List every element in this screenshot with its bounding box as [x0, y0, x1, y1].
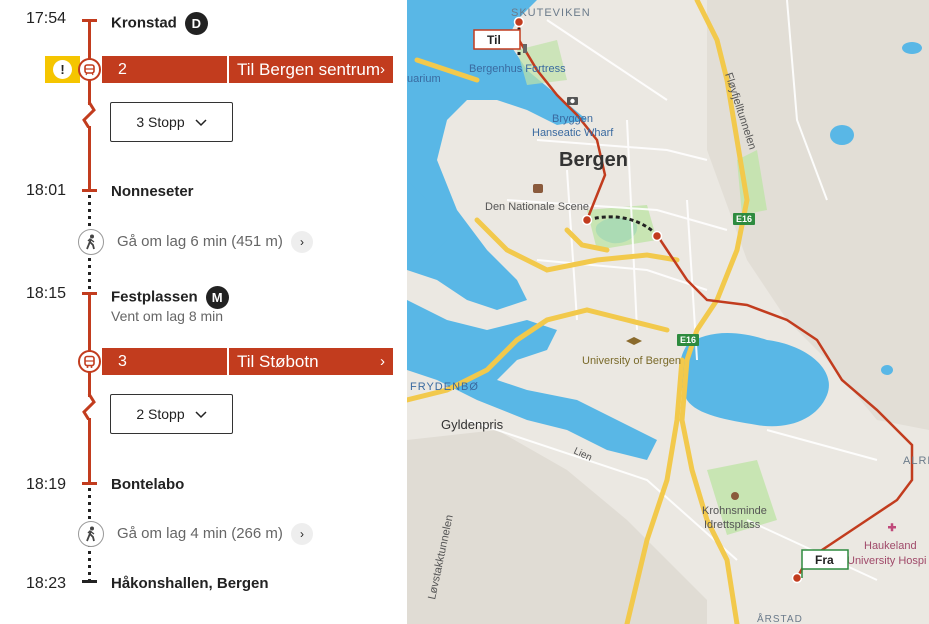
walk-description: Gå om lag 6 min (451 m)	[117, 233, 283, 250]
stop-tick	[82, 482, 97, 485]
stop-name[interactable]: Festplassen M	[111, 286, 229, 309]
stop-time: 18:01	[26, 182, 67, 199]
stop-name[interactable]: Nonneseter	[111, 183, 194, 200]
road-shield-e16: E16	[733, 213, 755, 225]
line-number: 2	[118, 61, 127, 78]
stop-tick	[82, 19, 97, 22]
stop-name[interactable]: Bontelabo	[111, 476, 184, 493]
map-label-district: ÅRSTAD	[757, 612, 803, 624]
map-label-poi: Bergenhus Fortress	[469, 63, 566, 75]
map-label-poi: University Hospi	[847, 555, 926, 567]
walking-person-icon	[78, 229, 104, 255]
destination-callout-label: Til	[487, 33, 501, 47]
road-shield-e16: E16	[677, 334, 699, 346]
walk-leg[interactable]: Gå om lag 6 min (451 m) ›	[78, 229, 378, 255]
route-stop-marker[interactable]	[791, 572, 803, 584]
theatre-icon	[533, 184, 543, 193]
svg-text:E16: E16	[680, 335, 696, 345]
stop-name[interactable]: Kronstad D	[111, 12, 208, 35]
stops-count-label: 2 Stopp	[136, 406, 185, 422]
stops-count-label: 3 Stopp	[136, 114, 185, 130]
map-label-poi: Haukeland	[864, 540, 917, 552]
leg-destination: Til Bergen sentrum	[229, 56, 393, 83]
stop-time: 18:15	[26, 285, 67, 302]
stop-name[interactable]: Håkonshallen, Bergen	[111, 575, 269, 592]
map-label-poi: Idrettsplass	[704, 519, 761, 531]
map-label-district: SKUTEVIKEN	[511, 7, 591, 19]
leg-destination: Til Støbotn	[229, 348, 393, 375]
itinerary-panel: 17:54 Kronstad D ! 2 Til Bergen sentrum ›…	[0, 0, 407, 624]
map-label-poi: Bryggen	[552, 113, 593, 125]
map-view[interactable]: E16 E16 SKUTEVIKEN Bergenhus Fortress ua…	[407, 0, 929, 624]
map-label-district: ALRE	[903, 455, 929, 467]
map-label-poi: Den Nationale Scene	[485, 201, 589, 213]
bus-icon	[78, 350, 101, 373]
chevron-right-icon[interactable]: ›	[291, 231, 313, 253]
walk-description: Gå om lag 4 min (266 m)	[117, 525, 283, 542]
chevron-down-icon	[195, 114, 207, 130]
map-label-poi: uarium	[407, 73, 441, 85]
route-stop-marker[interactable]	[651, 230, 663, 242]
platform-badge: D	[184, 12, 208, 35]
wait-note: Vent om lag 8 min	[111, 308, 224, 324]
water-pond	[902, 42, 922, 54]
platform-badge: M	[205, 286, 229, 309]
line-number-block: 3	[102, 348, 227, 375]
stop-name-label: Kronstad	[111, 14, 177, 32]
warning-badge[interactable]: !	[45, 56, 80, 83]
map-label-poi: Krohnsminde	[702, 505, 767, 517]
route-line-segment	[88, 126, 91, 190]
leg-destination-label: Til Bergen sentrum	[237, 60, 380, 79]
expand-stops-button[interactable]: 3 Stopp	[110, 102, 233, 142]
destination-callout[interactable]: Til	[473, 29, 521, 50]
route-line-break	[82, 101, 97, 129]
route-line-segment	[88, 292, 91, 397]
water-pond	[830, 125, 854, 145]
svg-text:E16: E16	[736, 214, 752, 224]
chevron-right-icon[interactable]: ›	[291, 523, 313, 545]
map-label-poi: University of Bergen	[582, 355, 681, 367]
line-number-block: 2	[102, 56, 227, 83]
stop-tick-end	[82, 580, 97, 583]
stop-tick	[82, 189, 97, 192]
walking-person-icon	[78, 521, 104, 547]
stop-tick	[82, 292, 97, 295]
map-canvas[interactable]: E16 E16 SKUTEVIKEN Bergenhus Fortress ua…	[407, 0, 929, 624]
route-stop-marker[interactable]	[581, 214, 593, 226]
map-label-place: Gyldenpris	[441, 417, 504, 432]
stop-time: 17:54	[26, 10, 67, 27]
warning-icon: !	[53, 60, 72, 79]
chevron-right-icon: ›	[380, 353, 385, 370]
map-label-poi: Hanseatic Wharf	[532, 127, 614, 139]
origin-callout-label: Fra	[815, 553, 834, 567]
route-line-segment	[88, 418, 91, 483]
chevron-right-icon: ›	[380, 61, 385, 78]
route-line-break	[82, 393, 97, 421]
leg-bar-1[interactable]: 2 Til Bergen sentrum ›	[78, 56, 393, 83]
expand-stops-button[interactable]: 2 Stopp	[110, 394, 233, 434]
camera-icon	[567, 97, 578, 105]
stadium-icon	[731, 492, 739, 500]
leg-destination-label: Til Støbotn	[237, 352, 319, 371]
map-label-district: FRYDENBØ	[410, 381, 479, 393]
tram-icon	[78, 58, 101, 81]
walk-leg[interactable]: Gå om lag 4 min (266 m) ›	[78, 521, 378, 547]
water-pond	[881, 365, 893, 375]
stop-name-label: Festplassen	[111, 288, 198, 306]
map-label-city: Bergen	[559, 149, 628, 171]
line-number: 3	[118, 353, 127, 370]
chevron-down-icon	[195, 406, 207, 422]
fortress-icon	[523, 44, 527, 53]
leg-bar-2[interactable]: 3 Til Støbotn ›	[78, 348, 393, 375]
stop-time: 18:19	[26, 476, 67, 493]
stop-time: 18:23	[26, 575, 67, 592]
